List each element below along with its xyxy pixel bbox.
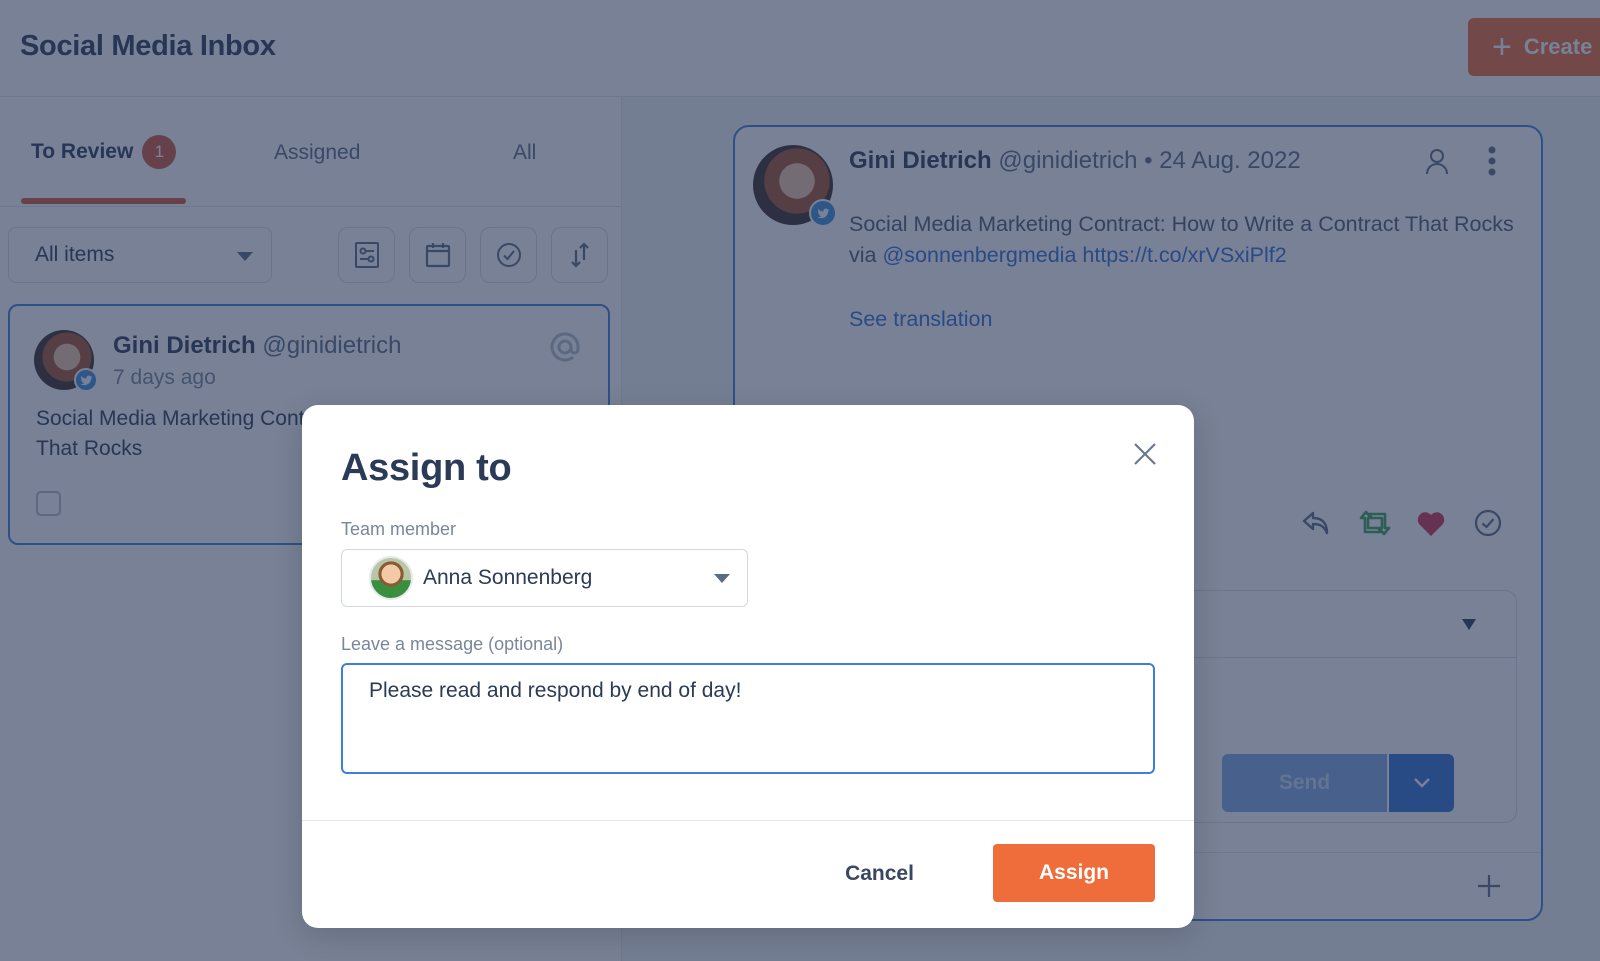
- member-avatar: [369, 556, 413, 600]
- dialog-title: Assign to: [341, 447, 512, 489]
- chevron-down-icon: [714, 574, 730, 583]
- message-textarea[interactable]: Please read and respond by end of day!: [341, 663, 1155, 774]
- team-member-select[interactable]: Anna Sonnenberg: [341, 549, 748, 607]
- cancel-button[interactable]: Cancel: [812, 845, 947, 903]
- dialog-divider: [302, 820, 1194, 821]
- team-member-value: Anna Sonnenberg: [423, 566, 593, 589]
- assign-dialog: Assign to Team member Anna Sonnenberg Le…: [302, 405, 1194, 928]
- assign-button[interactable]: Assign: [993, 844, 1155, 902]
- team-member-label: Team member: [341, 519, 457, 539]
- close-icon[interactable]: [1130, 439, 1160, 469]
- message-label: Leave a message (optional): [341, 634, 564, 654]
